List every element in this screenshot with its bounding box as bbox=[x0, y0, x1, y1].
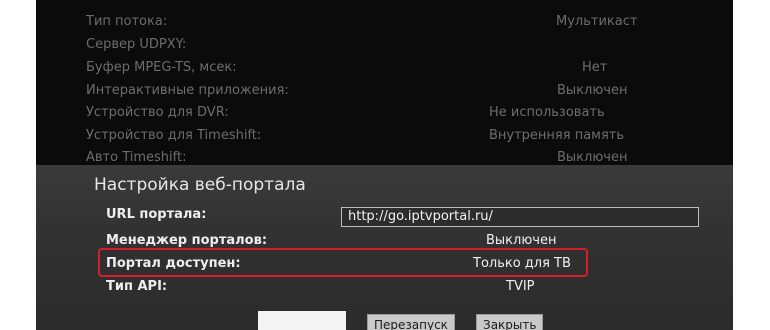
setting-value: Не использовать bbox=[489, 105, 605, 120]
web-portal-dialog: Настройка веб-портала URL портала: http:… bbox=[36, 165, 733, 330]
setting-label: Авто Timeshift: bbox=[86, 150, 187, 165]
setting-label: Буфер MPEG-TS, мсек: bbox=[86, 60, 237, 75]
background-settings-list: Тип потока: Мультикаст Сервер UDPXY: Буф… bbox=[36, 0, 733, 170]
portal-available-row[interactable]: Портал доступен: Только для ТВ bbox=[36, 256, 733, 280]
api-type-label: Тип API: bbox=[106, 279, 168, 294]
dialog-title: Настройка веб-портала bbox=[94, 175, 306, 195]
setting-label: Устройство для Timeshift: bbox=[86, 128, 262, 143]
tv-screen: Тип потока: Мультикаст Сервер UDPXY: Буф… bbox=[36, 0, 733, 330]
portal-available-value: Только для ТВ bbox=[473, 256, 571, 271]
setting-row-stream-type[interactable]: Тип потока: Мультикаст bbox=[36, 14, 733, 36]
portal-manager-value: Выключен bbox=[486, 233, 557, 248]
api-type-value: TVIP bbox=[506, 279, 535, 294]
setting-value: Выключен bbox=[557, 83, 628, 98]
setting-row-interactive-apps[interactable]: Интерактивные приложения: Выключен bbox=[36, 83, 733, 105]
portal-manager-label: Менеджер порталов: bbox=[106, 233, 268, 248]
portal-url-input[interactable]: http://go.iptvportal.ru/ bbox=[341, 207, 699, 227]
restart-button[interactable]: Перезапуск bbox=[367, 314, 455, 330]
setting-value: Внутренняя память bbox=[489, 128, 625, 143]
portal-url-label: URL портала: bbox=[106, 207, 207, 222]
setting-row-udpxy[interactable]: Сервер UDPXY: bbox=[36, 37, 733, 59]
api-type-row[interactable]: Тип API: TVIP bbox=[36, 279, 733, 303]
setting-label: Интерактивные приложения: bbox=[86, 83, 289, 98]
setting-row-timeshift-device[interactable]: Устройство для Timeshift: Внутренняя пам… bbox=[36, 128, 733, 150]
setting-label: Устройство для DVR: bbox=[86, 105, 229, 120]
setting-row-mpegts-buffer[interactable]: Буфер MPEG-TS, мсек: Нет bbox=[36, 60, 733, 82]
setting-value: Нет bbox=[582, 60, 608, 75]
setting-label: Тип потока: bbox=[86, 14, 168, 29]
setting-label: Сервер UDPXY: bbox=[86, 37, 187, 52]
close-button[interactable]: Закрыть bbox=[476, 314, 544, 330]
white-patch bbox=[258, 311, 346, 330]
portal-available-label: Портал доступен: bbox=[106, 256, 241, 271]
setting-value: Мультикаст bbox=[556, 14, 638, 29]
setting-row-dvr-device[interactable]: Устройство для DVR: Не использовать bbox=[36, 105, 733, 127]
setting-value: Выключен bbox=[557, 150, 628, 165]
